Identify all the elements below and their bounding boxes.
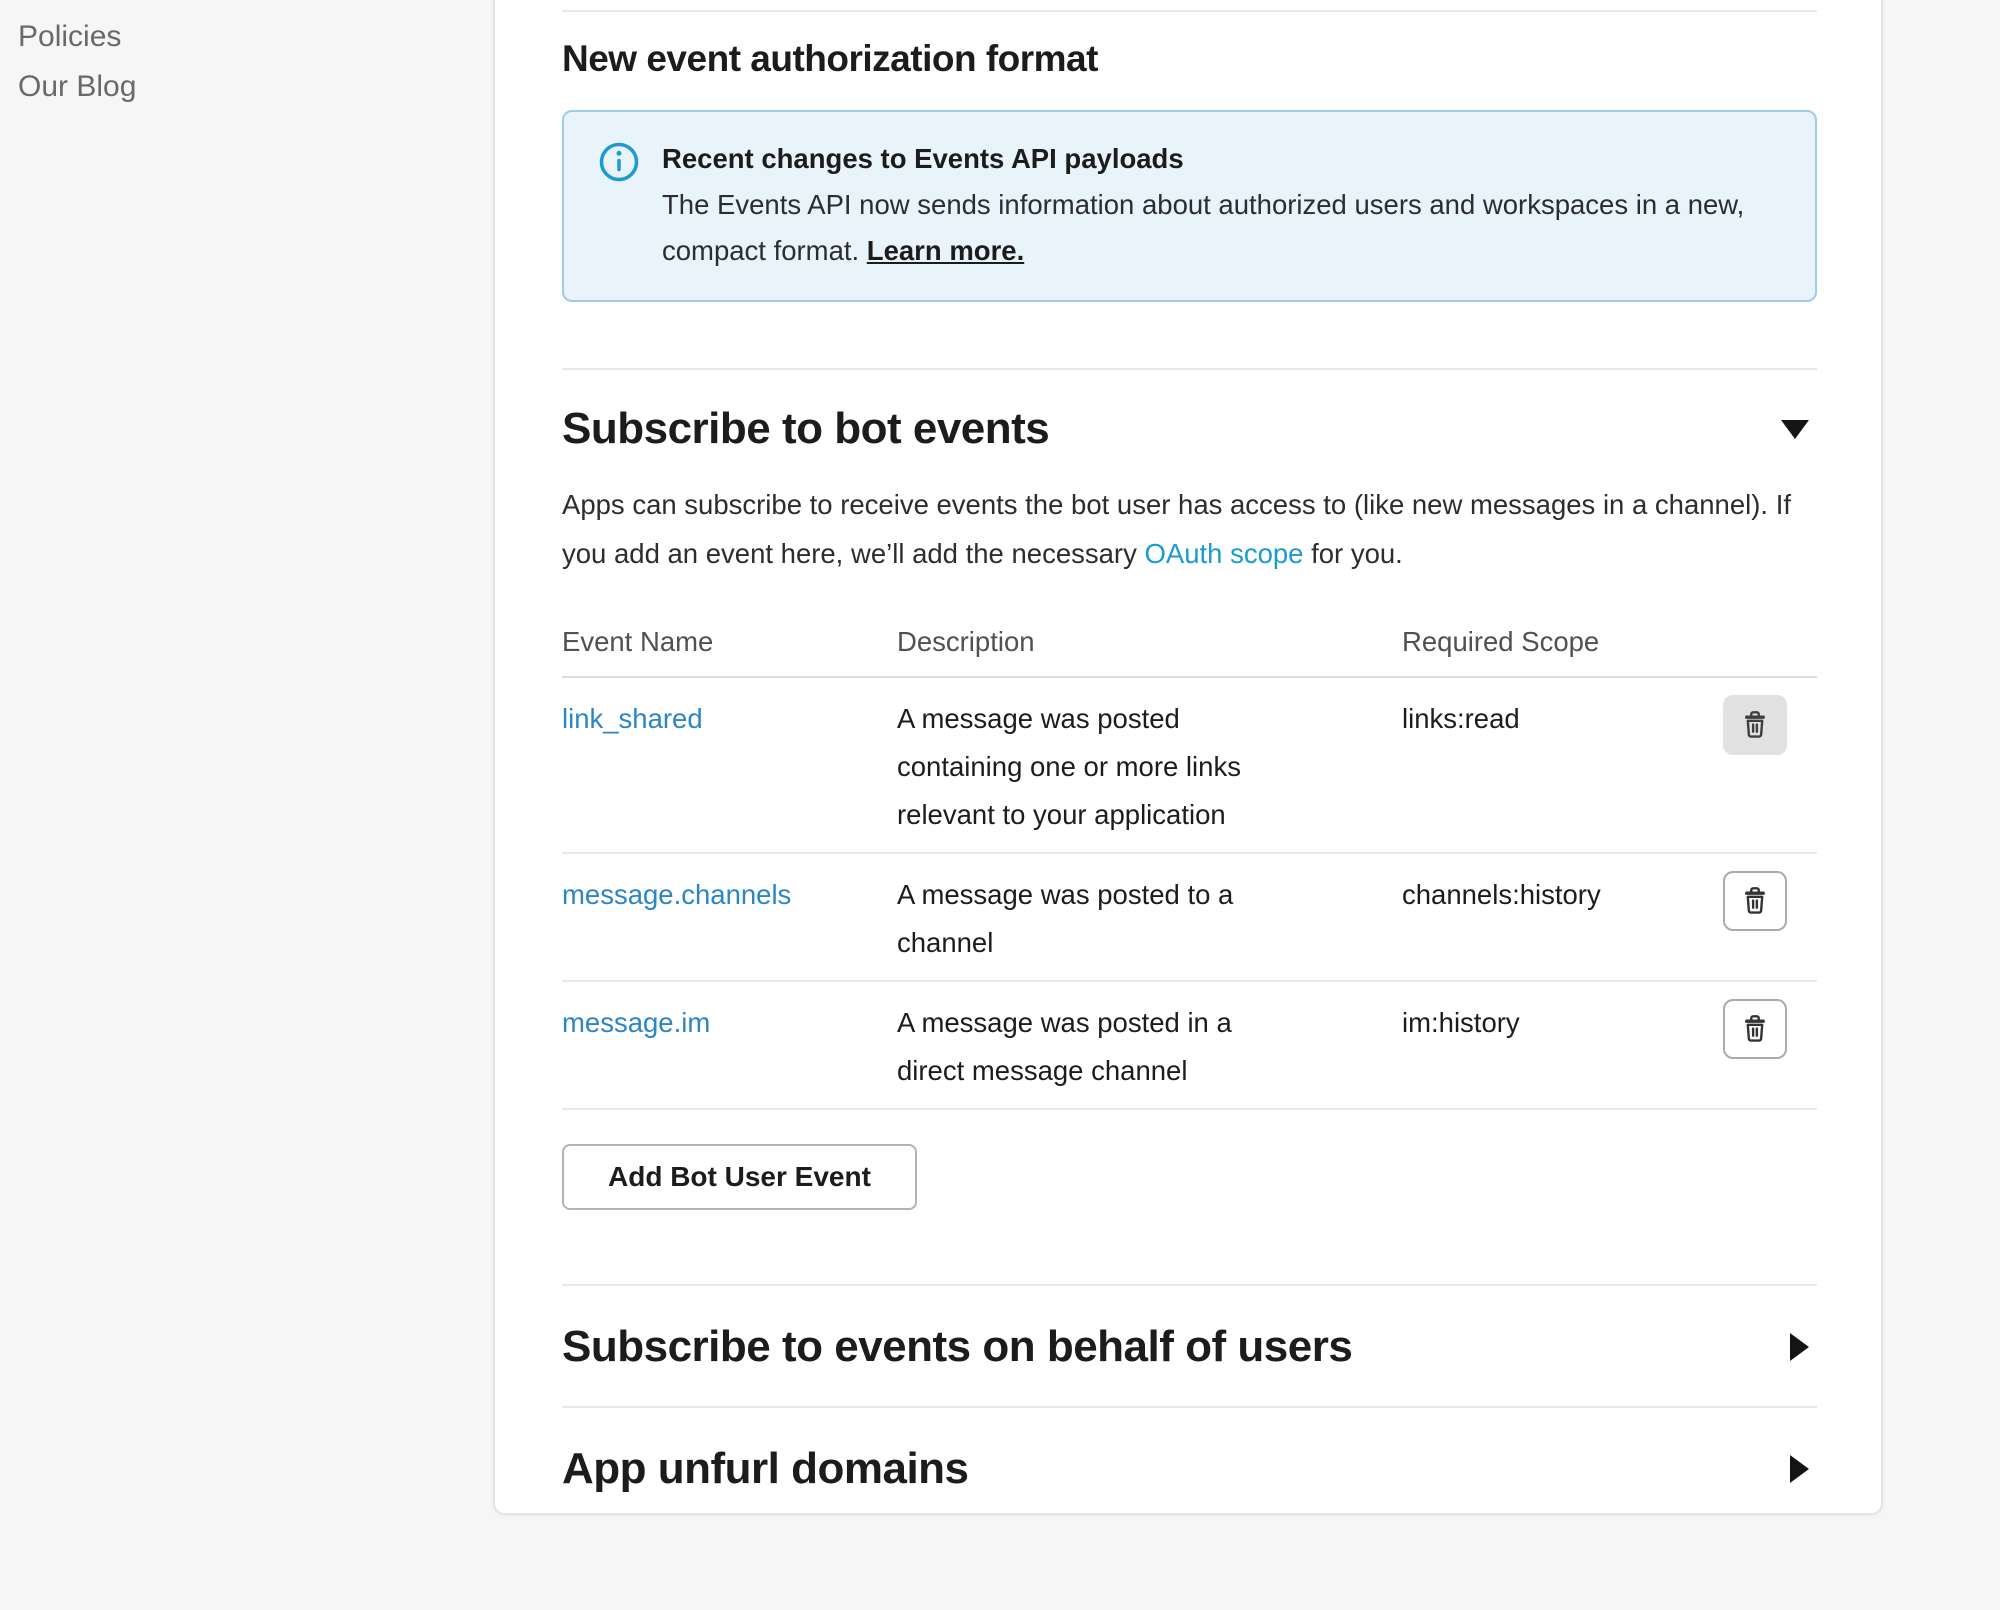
table-row: message.channels A message was posted to… <box>562 854 1817 982</box>
info-banner-title: Recent changes to Events API payloads <box>662 143 1184 174</box>
description-text-end: for you. <box>1303 538 1402 569</box>
new-event-format-title: New event authorization format <box>562 38 1817 80</box>
column-header-actions <box>1722 626 1817 658</box>
delete-event-button[interactable] <box>1723 695 1787 755</box>
event-description: A message was posted containing one or m… <box>897 695 1269 839</box>
info-icon <box>598 141 640 188</box>
bot-events-table: Event Name Description Required Scope li… <box>562 620 1817 1110</box>
info-banner-body: The Events API now sends information abo… <box>662 189 1744 266</box>
bot-events-description: Apps can subscribe to receive events the… <box>562 480 1817 578</box>
column-header-required-scope: Required Scope <box>1402 626 1722 658</box>
sidebar: Policies Our Blog <box>18 12 136 112</box>
oauth-scope-link[interactable]: OAuth scope <box>1144 538 1303 569</box>
app-unfurl-domains-toggle[interactable]: App unfurl domains <box>562 1408 1817 1515</box>
event-link-link-shared[interactable]: link_shared <box>562 703 703 734</box>
learn-more-link[interactable]: Learn more. <box>867 235 1024 266</box>
table-row: link_shared A message was posted contain… <box>562 678 1817 854</box>
add-bot-user-event-button[interactable]: Add Bot User Event <box>562 1144 917 1210</box>
delete-event-button[interactable] <box>1723 871 1787 931</box>
event-link-message-channels[interactable]: message.channels <box>562 879 791 910</box>
column-header-description: Description <box>897 626 1402 658</box>
event-subscriptions-card: New event authorization format Recent ch… <box>493 0 1883 1515</box>
delete-event-button[interactable] <box>1723 999 1787 1059</box>
page: Policies Our Blog New event authorizatio… <box>0 0 2000 1610</box>
event-description: A message was posted in a direct message… <box>897 999 1269 1095</box>
info-banner: Recent changes to Events API payloads Th… <box>562 110 1817 302</box>
info-banner-text: Recent changes to Events API payloads Th… <box>662 136 1779 274</box>
collapse-caret-right-icon[interactable] <box>1790 1333 1809 1361</box>
event-link-message-im[interactable]: message.im <box>562 1007 710 1038</box>
divider <box>562 368 1817 370</box>
table-row: message.im A message was posted in a dir… <box>562 982 1817 1110</box>
app-unfurl-domains-title: App unfurl domains <box>562 1444 969 1494</box>
event-required-scope: channels:history <box>1402 871 1722 967</box>
divider <box>562 10 1817 12</box>
user-events-title: Subscribe to events on behalf of users <box>562 1322 1352 1372</box>
trash-icon <box>1739 884 1771 919</box>
bot-events-title: Subscribe to bot events <box>562 404 1049 454</box>
sidebar-link-policies[interactable]: Policies <box>18 12 136 62</box>
trash-icon <box>1739 708 1771 743</box>
event-required-scope: im:history <box>1402 999 1722 1095</box>
bot-events-header: Subscribe to bot events <box>562 404 1817 454</box>
trash-icon <box>1739 1012 1771 1047</box>
event-description: A message was posted to a channel <box>897 871 1269 967</box>
column-header-event-name: Event Name <box>562 626 897 658</box>
event-required-scope: links:read <box>1402 695 1722 839</box>
collapse-caret-right-icon[interactable] <box>1790 1455 1809 1483</box>
collapse-caret-down-icon[interactable] <box>1781 420 1809 439</box>
user-events-section-toggle[interactable]: Subscribe to events on behalf of users <box>562 1286 1817 1406</box>
sidebar-link-our-blog[interactable]: Our Blog <box>18 62 136 112</box>
table-header-row: Event Name Description Required Scope <box>562 620 1817 678</box>
